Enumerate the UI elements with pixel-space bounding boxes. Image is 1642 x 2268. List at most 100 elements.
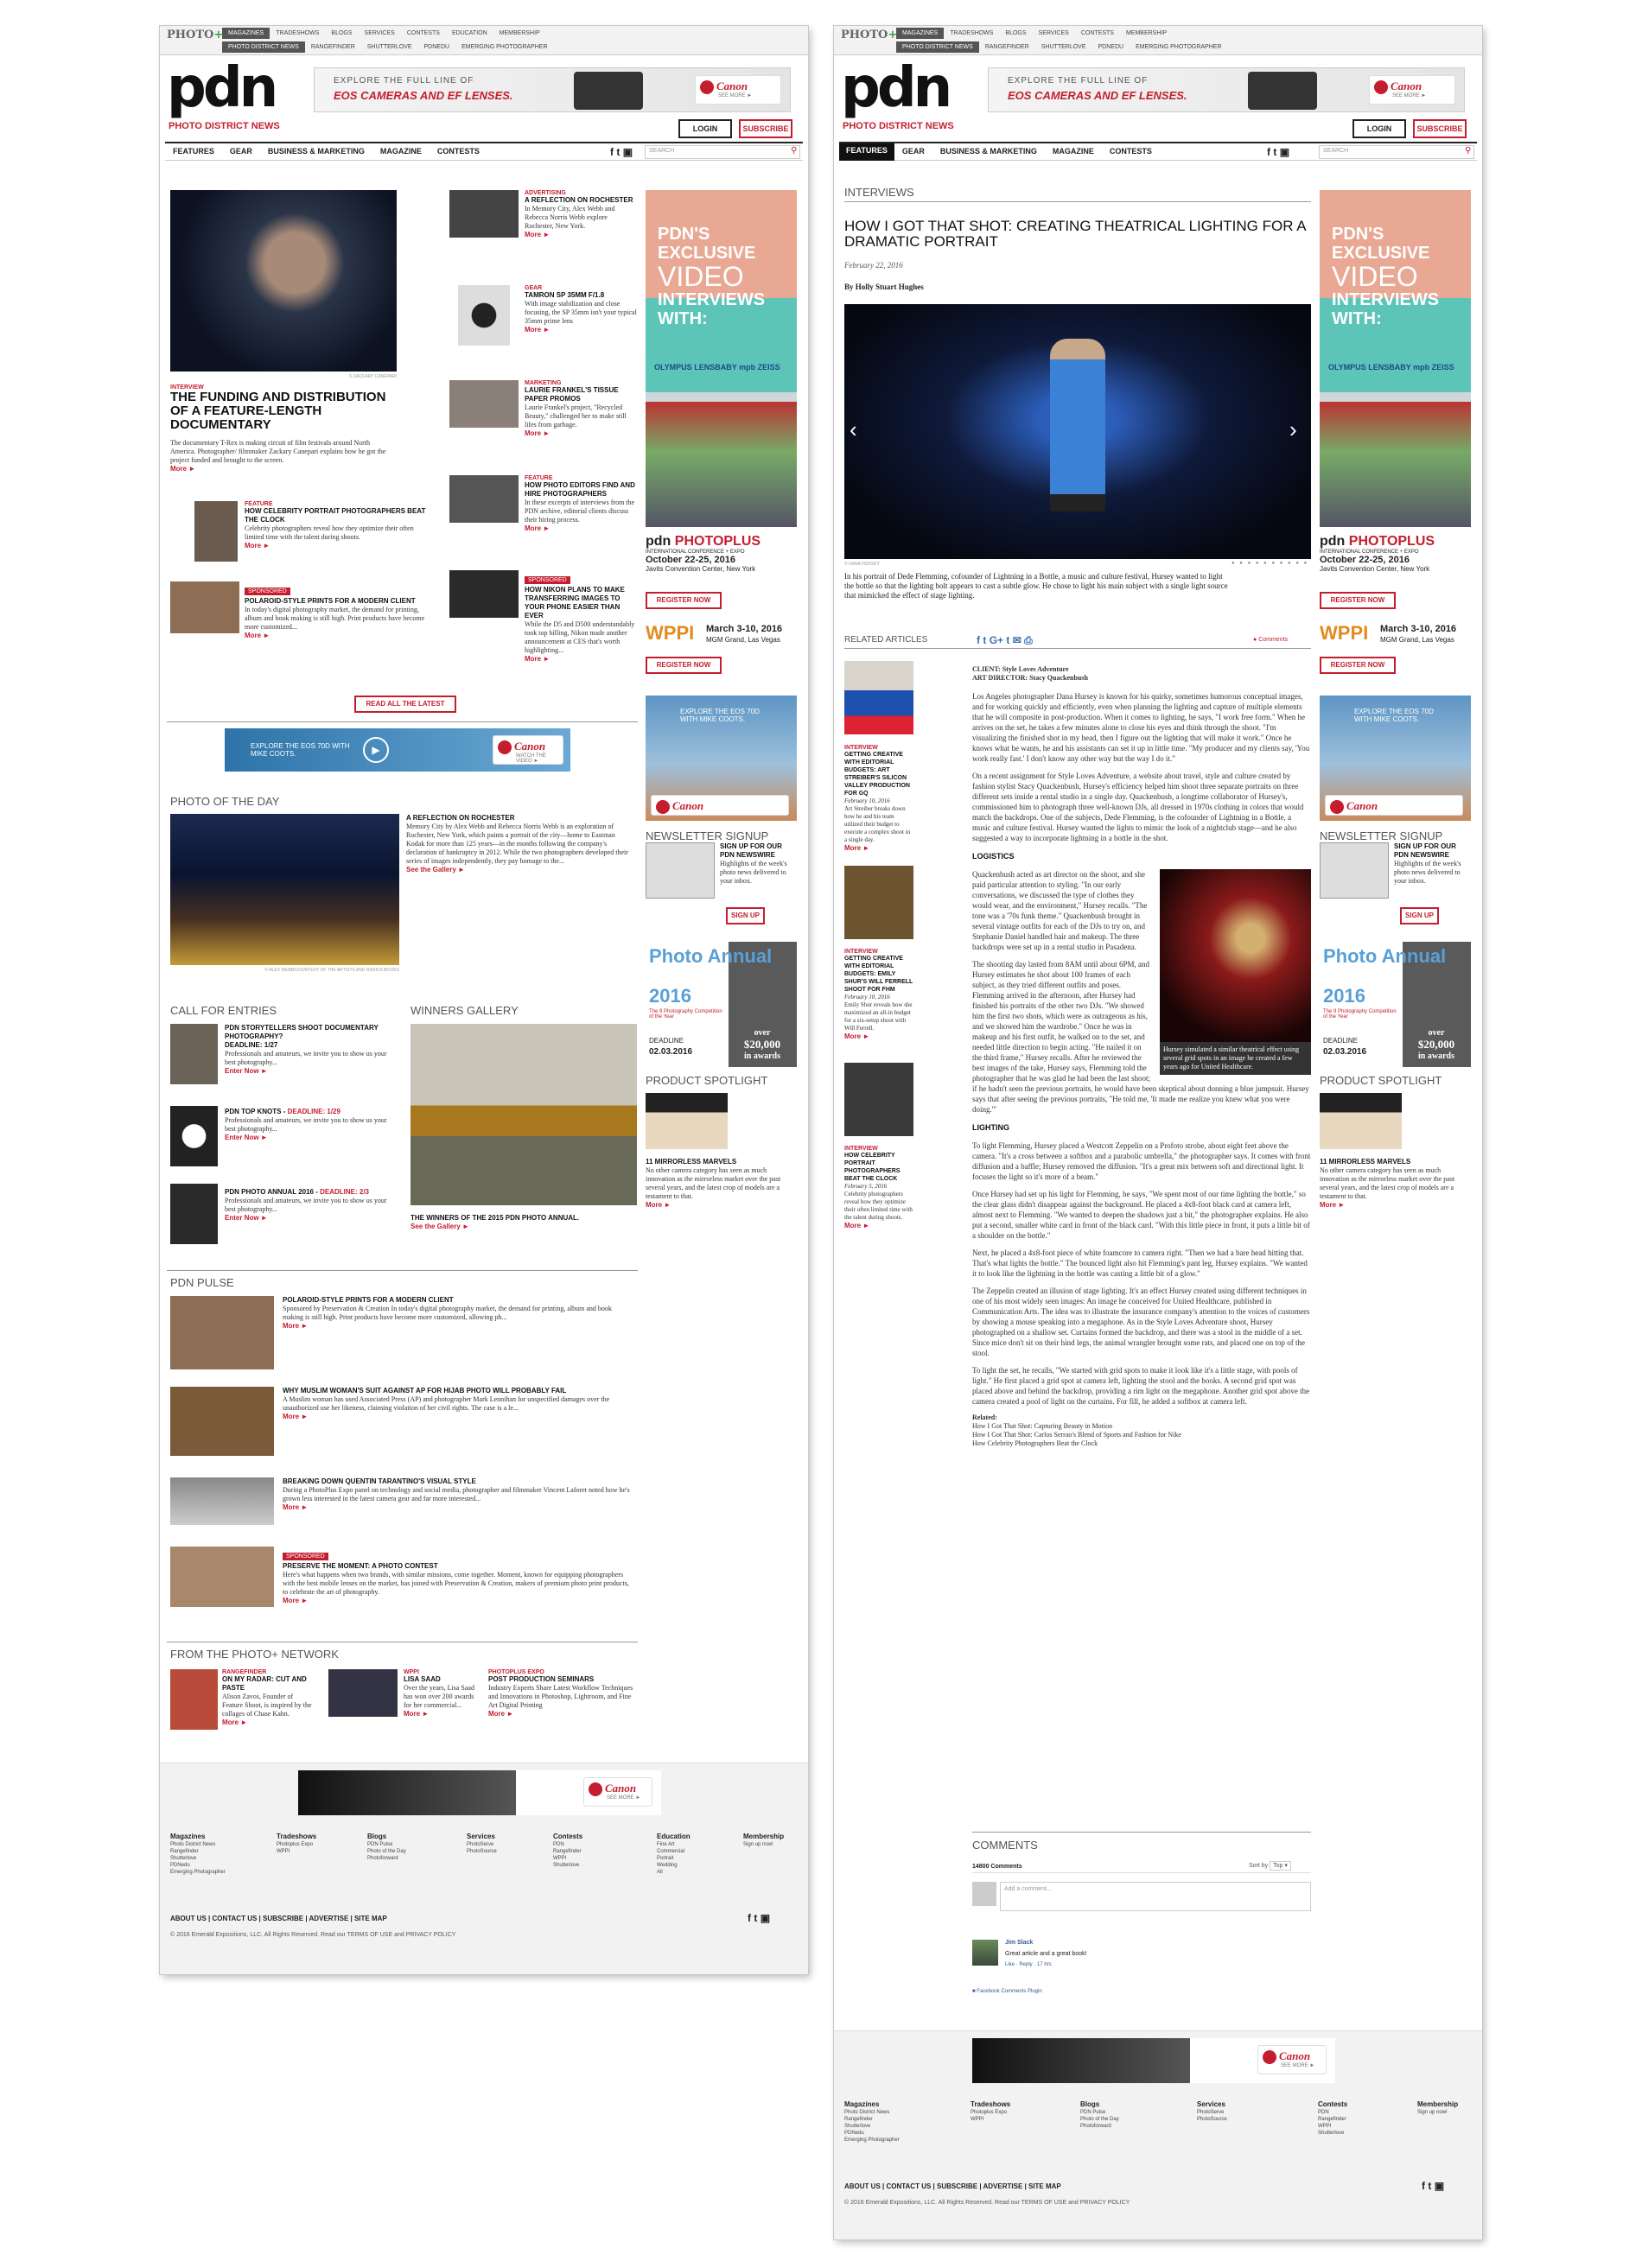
nav-emerging[interactable]: EMERGING PHOTOGRAPHER bbox=[455, 41, 553, 53]
instagram-icon[interactable]: ▣ bbox=[761, 1912, 770, 1924]
comment-author[interactable]: Jim Slack bbox=[1005, 1940, 1033, 1946]
subscribe-button[interactable]: SUBSCRIBE bbox=[1413, 119, 1467, 138]
eos70d-video-ad[interactable]: EXPLORE THE EOS 70D WITH MIKE COOTS. ▶ C… bbox=[225, 728, 570, 772]
nav-magazines[interactable]: MAGAZINES bbox=[896, 28, 945, 39]
related2-more[interactable]: More ► bbox=[844, 1032, 913, 1040]
winners-image[interactable] bbox=[410, 1024, 637, 1205]
side3-title[interactable]: LAURIE FRANKEL'S TISSUE PAPER PROMOS bbox=[525, 386, 637, 403]
nav-membership[interactable]: MEMBERSHIP bbox=[1120, 28, 1173, 39]
side4-more[interactable]: More ► bbox=[525, 524, 637, 532]
print-icon[interactable]: ⎙ bbox=[1024, 634, 1033, 646]
nav-shutterlove[interactable]: SHUTTERLOVE bbox=[361, 41, 418, 53]
nav-pdnedu[interactable]: PDNEDU bbox=[418, 41, 456, 53]
footer-links[interactable]: ABOUT US | CONTACT US | SUBSCRIBE | ADVE… bbox=[170, 1915, 387, 1922]
nikon-thumb[interactable] bbox=[449, 570, 519, 618]
twitter-icon[interactable]: t bbox=[616, 146, 620, 158]
slideshow-prev-icon[interactable]: ‹ bbox=[850, 416, 857, 443]
frankel-thumb[interactable] bbox=[449, 380, 519, 428]
potd-title[interactable]: A REFLECTION ON ROCHESTER bbox=[406, 814, 635, 823]
newsletter-signup-button[interactable]: SIGN UP bbox=[726, 907, 765, 924]
search-input[interactable]: SEARCH bbox=[1319, 145, 1474, 159]
nav-shutterlove[interactable]: SHUTTERLOVE bbox=[1035, 41, 1092, 53]
side1-more[interactable]: More ► bbox=[525, 231, 637, 238]
nav-pdn[interactable]: PHOTO DISTRICT NEWS bbox=[222, 41, 305, 53]
related1-more[interactable]: More ► bbox=[844, 844, 913, 852]
nav-pdnedu[interactable]: PDNEDU bbox=[1092, 41, 1130, 53]
photoplus-register-button[interactable]: REGISTER NOW bbox=[646, 592, 722, 609]
related3-thumb[interactable] bbox=[844, 1063, 913, 1136]
pulse4-title[interactable]: PRESERVE THE MOMENT: A PHOTO CONTEST bbox=[283, 1562, 633, 1571]
footer-canon-ad[interactable]: Canon SEE MORE ► bbox=[972, 2038, 1335, 2083]
related1-title[interactable]: GETTING CREATIVE WITH EDITORIAL BUDGETS:… bbox=[844, 751, 913, 797]
nav-services[interactable]: SERVICES bbox=[1033, 28, 1075, 39]
side5-title[interactable]: HOW NIKON PLANS TO MAKE TRANSFERRING IMA… bbox=[525, 586, 637, 620]
pulse2-more[interactable]: More ► bbox=[283, 1413, 633, 1420]
cfe1-title[interactable]: PDN STORYTELLERS SHOOT DOCUMENTARY PHOTO… bbox=[225, 1024, 398, 1041]
pulse1-more[interactable]: More ► bbox=[283, 1322, 633, 1330]
side2-title[interactable]: TAMRON SP 35MM F/1.8 bbox=[525, 291, 637, 300]
googleplus-share-icon[interactable]: G+ bbox=[990, 634, 1003, 646]
inset-image[interactable] bbox=[1160, 869, 1311, 1042]
facebook-icon[interactable]: f bbox=[1422, 2180, 1425, 2192]
polaroid-thumb[interactable] bbox=[170, 581, 239, 633]
twitter-icon[interactable]: t bbox=[1428, 2180, 1431, 2192]
side2-more[interactable]: More ► bbox=[525, 326, 637, 334]
pulse3-title[interactable]: BREAKING DOWN QUENTIN TARANTINO'S VISUAL… bbox=[283, 1477, 633, 1486]
nav-contests-main[interactable]: CONTESTS bbox=[430, 147, 487, 156]
video-interviews-promo[interactable]: PDN'S EXCLUSIVE VIDEO INTERVIEWS WITH: OLYMP… bbox=[1320, 190, 1471, 527]
facebook-share-icon[interactable]: f bbox=[977, 634, 980, 646]
potd-gallery-link[interactable]: See the Gallery ► bbox=[406, 866, 635, 874]
mid1-more[interactable]: More ► bbox=[245, 542, 435, 550]
related2-title[interactable]: GETTING CREATIVE WITH EDITORIAL BUDGETS:… bbox=[844, 955, 913, 994]
nav-contests[interactable]: CONTESTS bbox=[1075, 28, 1120, 39]
nav-magazines[interactable]: MAGAZINES bbox=[222, 28, 270, 39]
mid2-title[interactable]: POLAROID-STYLE PRINTS FOR A MODERN CLIEN… bbox=[245, 597, 435, 606]
network2-title[interactable]: LISA SAAD bbox=[404, 1675, 477, 1684]
search-input[interactable]: SEARCH bbox=[645, 145, 800, 159]
login-button[interactable]: LOGIN bbox=[678, 119, 732, 138]
side3-more[interactable]: More ► bbox=[525, 429, 637, 437]
network1-more[interactable]: More ► bbox=[222, 1718, 313, 1726]
slideshow-next-icon[interactable]: › bbox=[1289, 416, 1297, 443]
wppi-register-button[interactable]: REGISTER NOW bbox=[646, 657, 722, 674]
photo-plus-brand[interactable]: PHOTO+ bbox=[841, 29, 897, 41]
nav-membership[interactable]: MEMBERSHIP bbox=[493, 28, 546, 39]
search-icon[interactable]: ⚲ bbox=[1465, 146, 1471, 156]
cfe2-enter-link[interactable]: Enter Now ► bbox=[225, 1134, 398, 1141]
canon-banner-ad[interactable]: EXPLORE THE FULL LINE OF EOS CAMERAS AND… bbox=[988, 67, 1465, 112]
celebrity-thumb[interactable] bbox=[194, 501, 238, 562]
video-interviews-promo[interactable]: PDN'S EXCLUSIVE VIDEO INTERVIEWS WITH: OLYMP… bbox=[646, 190, 797, 527]
hero-image[interactable] bbox=[170, 190, 397, 372]
nav-features[interactable]: FEATURES bbox=[839, 143, 894, 161]
wppi-register-button[interactable]: REGISTER NOW bbox=[1320, 657, 1396, 674]
nav-business[interactable]: BUSINESS & MARKETING bbox=[260, 147, 372, 156]
pulse4-thumb[interactable] bbox=[170, 1547, 274, 1607]
facebook-icon[interactable]: f bbox=[748, 1912, 751, 1924]
nav-tradeshows[interactable]: TRADESHOWS bbox=[270, 28, 325, 39]
canon-banner-ad[interactable]: EXPLORE THE FULL LINE OF EOS CAMERAS AND… bbox=[314, 67, 791, 112]
twitter-share-icon[interactable]: t bbox=[983, 634, 986, 646]
pdn-logo[interactable]: pdn bbox=[167, 60, 278, 116]
nav-business[interactable]: BUSINESS & MARKETING bbox=[932, 147, 1045, 161]
comments-link[interactable]: ● Comments bbox=[1253, 637, 1288, 643]
read-all-button[interactable]: READ ALL THE LATEST bbox=[354, 696, 456, 713]
network2-thumb[interactable] bbox=[328, 1669, 398, 1717]
slideshow-image[interactable]: ‹ › bbox=[844, 304, 1311, 559]
facebook-plugin-label[interactable]: ■ Facebook Comments Plugin bbox=[972, 1989, 1042, 1994]
nav-contests-main[interactable]: CONTESTS bbox=[1102, 147, 1160, 161]
instagram-icon[interactable]: ▣ bbox=[1435, 2180, 1444, 2192]
mid2-more[interactable]: More ► bbox=[245, 632, 435, 639]
side4-title[interactable]: HOW PHOTO EDITORS FIND AND HIRE PHOTOGRA… bbox=[525, 481, 637, 499]
related1-thumb[interactable] bbox=[844, 661, 913, 734]
photo-annual-ad[interactable]: Photo Annual 2016 The 9 Photography Comp… bbox=[646, 942, 797, 1067]
slideshow-dots[interactable]: ● ● ● ● ● ● ● ● ● ● bbox=[1232, 561, 1308, 566]
twitter-icon[interactable]: t bbox=[1273, 146, 1276, 158]
photoplus-register-button[interactable]: REGISTER NOW bbox=[1320, 592, 1396, 609]
cfe1-enter-link[interactable]: Enter Now ► bbox=[225, 1067, 398, 1075]
side1-title[interactable]: A REFLECTION ON ROCHESTER bbox=[525, 196, 637, 205]
nav-emerging[interactable]: EMERGING PHOTOGRAPHER bbox=[1130, 41, 1227, 53]
login-button[interactable]: LOGIN bbox=[1352, 119, 1406, 138]
search-icon[interactable]: ⚲ bbox=[791, 146, 797, 156]
related3-more[interactable]: More ► bbox=[844, 1222, 913, 1229]
hero-title[interactable]: THE FUNDING AND DISTRIBUTION OF A FEATUR… bbox=[170, 391, 397, 432]
